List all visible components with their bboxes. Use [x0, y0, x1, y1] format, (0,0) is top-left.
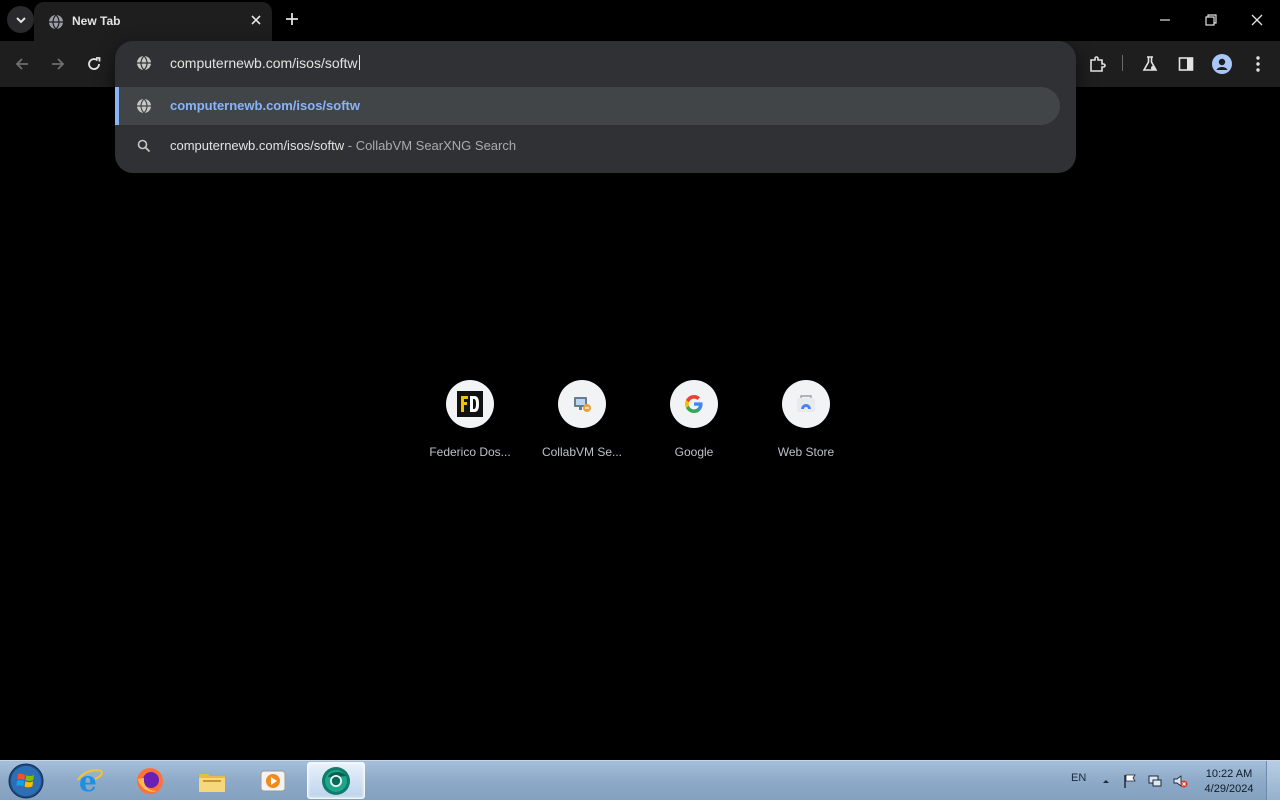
labs-button[interactable] — [1138, 52, 1162, 76]
arrow-left-icon — [15, 58, 28, 70]
new-tab-button[interactable] — [282, 9, 302, 29]
suggestion-search-text: computernewb.com/isos/softw - CollabVM S… — [170, 138, 516, 153]
taskbar-media-player[interactable] — [244, 762, 302, 799]
firefox-icon — [137, 767, 163, 794]
show-hidden-icons-button[interactable] — [1098, 773, 1114, 789]
menu-button[interactable] — [1246, 52, 1270, 76]
search-icon — [137, 139, 151, 153]
globe-icon — [49, 14, 63, 30]
network-tray[interactable] — [1147, 773, 1163, 789]
profile-button[interactable] — [1210, 52, 1234, 76]
desktop-screen: New Tab computernewb.com/isos/softw comp… — [0, 0, 1280, 800]
shortcut-collabvm[interactable]: CollabVM Se... — [532, 380, 632, 470]
suggestion-search[interactable]: computernewb.com/isos/softw - CollabVM S… — [115, 127, 1060, 165]
text-caret — [358, 55, 360, 70]
close-icon — [251, 15, 261, 25]
address-input-text: computernewb.com/isos/softw — [170, 55, 358, 71]
arrow-right-icon — [52, 58, 65, 70]
more-vert-icon — [1256, 56, 1260, 72]
taskbar: e EN 10:22 AM 4/29/2024 — [0, 760, 1280, 800]
network-icon — [1148, 775, 1162, 787]
language-indicator[interactable]: EN — [1071, 772, 1086, 784]
taskbar-internet-explorer[interactable]: e — [61, 762, 119, 799]
minimize-icon — [1160, 19, 1170, 21]
tab-search-button[interactable] — [7, 6, 34, 33]
shortcut-label: CollabVM Se... — [541, 445, 623, 459]
web-store-icon — [797, 395, 815, 412]
shortcut-icon-bg — [782, 380, 830, 428]
media-player-icon — [260, 770, 286, 791]
puzzle-icon — [1090, 56, 1106, 72]
suggestion-separator: - — [344, 138, 356, 153]
taskbar-file-explorer[interactable] — [183, 762, 241, 799]
shortcut-icon-bg — [670, 380, 718, 428]
taskbar-chrome-dev[interactable] — [307, 762, 365, 799]
address-input[interactable]: computernewb.com/isos/softw — [170, 55, 360, 71]
close-icon — [1251, 14, 1263, 26]
address-bar[interactable]: computernewb.com/isos/softw — [115, 41, 1076, 85]
chevron-up-icon — [1103, 780, 1109, 783]
chevron-down-icon — [15, 16, 26, 23]
internet-explorer-icon: e — [77, 766, 104, 796]
side-panel-button[interactable] — [1174, 52, 1198, 76]
globe-icon — [137, 98, 151, 114]
start-button[interactable] — [6, 762, 46, 800]
toolbar-divider — [1122, 55, 1123, 71]
avatar-icon — [1212, 54, 1232, 74]
shortcut-label: Web Store — [777, 445, 835, 459]
tab-title: New Tab — [72, 14, 121, 28]
reload-button[interactable] — [82, 52, 106, 76]
google-icon — [685, 395, 703, 413]
side-panel-icon — [1178, 57, 1194, 71]
extensions-button[interactable] — [1085, 52, 1109, 76]
omnibox-popup: computernewb.com/isos/softw computernewb… — [115, 41, 1076, 173]
federico-dossena-logo-icon — [457, 391, 483, 417]
shortcut-web-store[interactable]: Web Store — [756, 380, 856, 470]
selection-indicator — [115, 87, 119, 125]
volume-tray[interactable] — [1172, 773, 1188, 789]
suggestion-query: computernewb.com/isos/softw — [170, 138, 345, 153]
action-center-tray[interactable] — [1122, 773, 1138, 789]
chrome-dev-icon — [322, 766, 350, 795]
suggestion-url[interactable]: computernewb.com/isos/softw — [115, 87, 1060, 125]
flag-icon — [1124, 774, 1136, 788]
globe-icon — [137, 55, 151, 71]
shortcut-google[interactable]: Google — [644, 380, 744, 470]
close-window-button[interactable] — [1245, 8, 1269, 32]
tab-new-tab[interactable]: New Tab — [34, 2, 272, 41]
clock-date: 4/29/2024 — [1204, 783, 1254, 795]
system-clock[interactable]: 10:22 AM 4/29/2024 — [1196, 767, 1262, 797]
plus-icon — [286, 13, 298, 25]
shortcut-label: Google — [674, 445, 714, 459]
show-desktop-button[interactable] — [1266, 761, 1280, 800]
flask-icon — [1142, 56, 1158, 71]
shortcut-icon-bg — [558, 380, 606, 428]
tab-strip: New Tab — [0, 0, 1280, 41]
shortcut-label: Federico Dos... — [429, 445, 511, 459]
reload-icon — [88, 57, 101, 70]
restore-button[interactable] — [1199, 8, 1223, 32]
collabvm-icon — [574, 397, 591, 412]
windows-start-icon — [8, 763, 44, 799]
restore-icon — [1205, 14, 1217, 26]
shortcut-federico-dossena[interactable]: Federico Dos... — [420, 380, 520, 470]
shortcut-icon-bg — [446, 380, 494, 428]
minimize-button[interactable] — [1153, 8, 1177, 32]
suggestion-url-text: computernewb.com/isos/softw — [170, 98, 360, 113]
speaker-muted-icon — [1173, 775, 1188, 788]
taskbar-firefox[interactable] — [121, 762, 179, 799]
close-tab-button[interactable] — [248, 12, 264, 28]
clock-time: 10:22 AM — [1205, 768, 1253, 780]
file-explorer-icon — [199, 773, 225, 792]
back-button[interactable] — [10, 52, 34, 76]
suggestion-description: CollabVM SearXNG Search — [355, 138, 517, 153]
forward-button[interactable] — [46, 52, 70, 76]
